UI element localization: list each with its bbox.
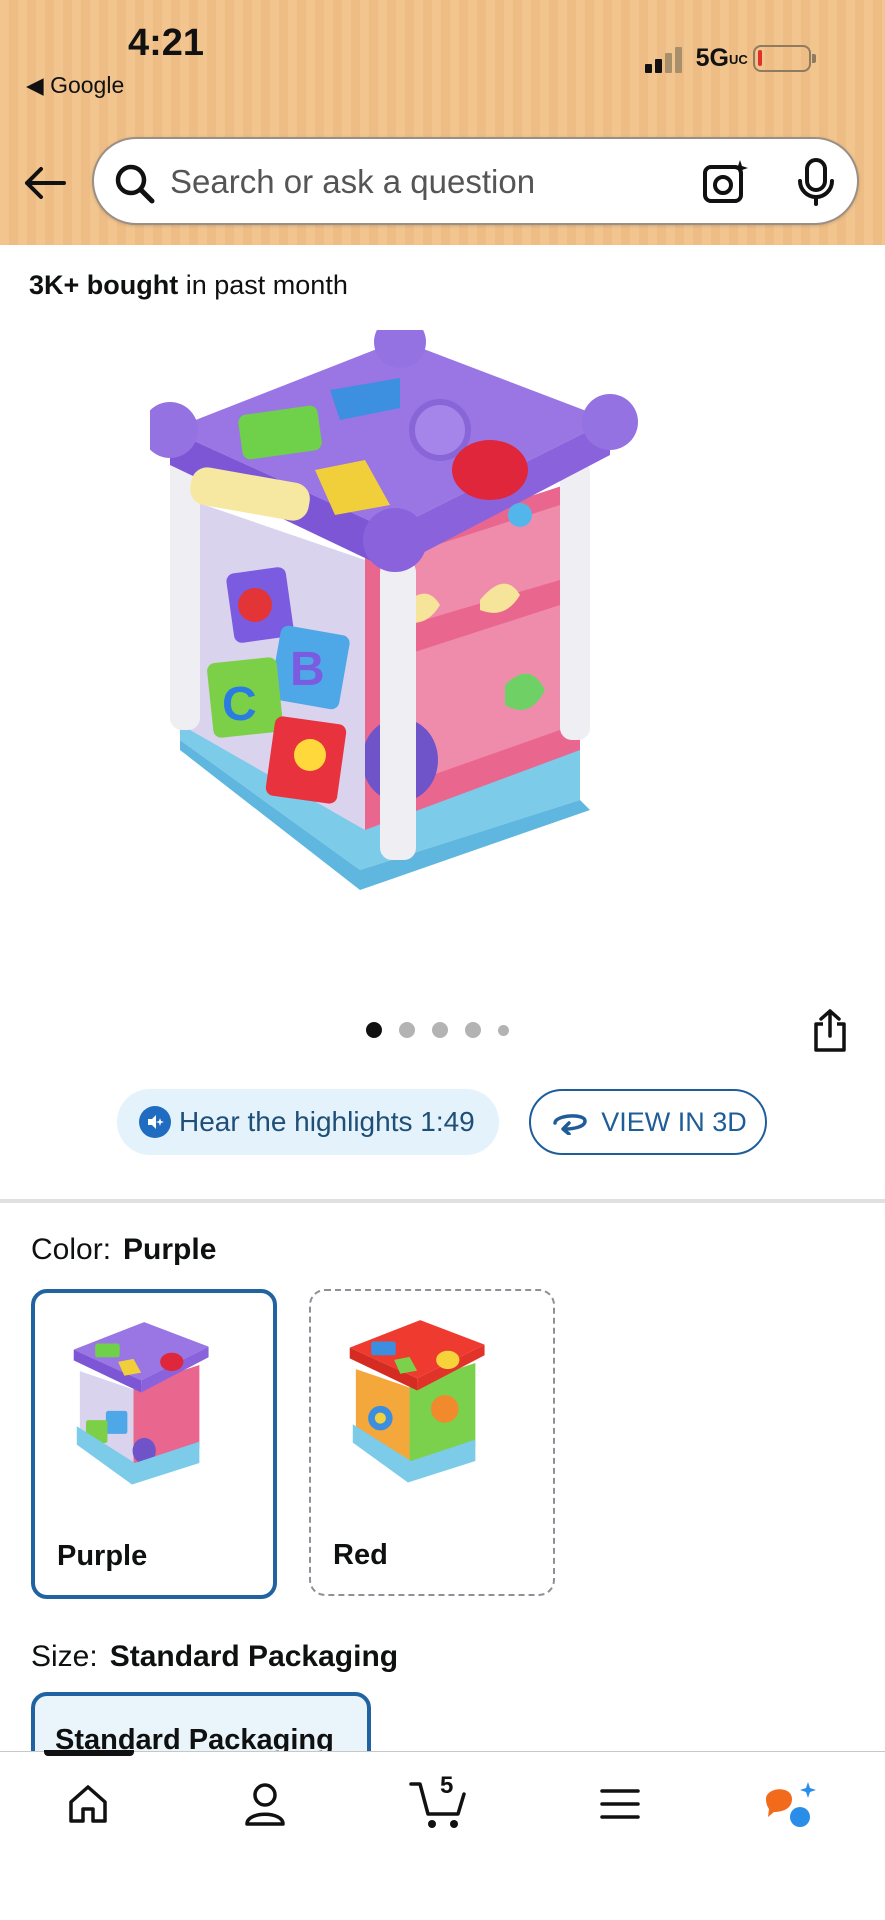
- nav-account[interactable]: [230, 1774, 300, 1834]
- back-to-google-link[interactable]: ◀ Google: [26, 72, 124, 99]
- hear-highlights-button[interactable]: Hear the highlights 1:49: [117, 1089, 499, 1155]
- menu-icon: [600, 1789, 640, 1819]
- nav-home[interactable]: [53, 1774, 123, 1834]
- color-label: Color: Purple: [31, 1233, 217, 1266]
- red-cube-thumbnail: [349, 1320, 485, 1483]
- status-indicators: 5GUC: [644, 44, 816, 73]
- purple-cube-thumbnail: [73, 1322, 209, 1485]
- battery-icon: [753, 45, 816, 72]
- rufus-assistant-icon: [766, 1782, 816, 1827]
- selected-color-value: Purple: [123, 1233, 217, 1266]
- search-bar[interactable]: [92, 137, 859, 225]
- network-label: 5GUC: [695, 44, 748, 72]
- cart-count-badge: 5: [440, 1772, 454, 1799]
- speaker-sparkle-icon: [139, 1106, 171, 1138]
- product-image[interactable]: B C: [142, 316, 740, 950]
- hear-highlights-label: Hear the highlights 1:49: [179, 1106, 475, 1137]
- active-tab-indicator: [44, 1750, 134, 1756]
- view-in-3d-label: VIEW IN 3D: [601, 1106, 747, 1137]
- selected-size-value: Standard Packaging: [109, 1640, 399, 1673]
- nav-cart[interactable]: 5: [405, 1772, 475, 1834]
- image-carousel-dots[interactable]: [366, 1022, 509, 1038]
- status-time: 4:21: [128, 22, 205, 64]
- microphone-icon[interactable]: [794, 157, 838, 212]
- carousel-dot[interactable]: [432, 1022, 448, 1038]
- back-arrow-icon[interactable]: [22, 160, 68, 206]
- carousel-dot[interactable]: [465, 1022, 481, 1038]
- carousel-dot[interactable]: [399, 1022, 415, 1038]
- color-option-label: Purple: [57, 1540, 148, 1572]
- nav-menu[interactable]: [585, 1774, 655, 1834]
- bottom-navigation: 5: [0, 1750, 885, 1920]
- view-in-3d-button[interactable]: VIEW IN 3D: [529, 1089, 767, 1155]
- carousel-dot-active[interactable]: [366, 1022, 382, 1038]
- carousel-dot[interactable]: [498, 1024, 509, 1036]
- section-divider: [0, 1199, 885, 1203]
- size-label: Size: Standard Packaging: [31, 1640, 399, 1673]
- color-option-label: Red: [333, 1539, 388, 1571]
- color-option-purple[interactable]: Purple: [31, 1289, 277, 1599]
- user-icon: [245, 1783, 285, 1826]
- search-icon: [112, 161, 158, 212]
- signal-icon: [644, 45, 682, 73]
- search-input[interactable]: [170, 159, 630, 205]
- share-icon[interactable]: [810, 1008, 850, 1059]
- app-header: 4:21 ◀ Google 5GUC: [0, 0, 885, 245]
- bought-in-past-month: 3K+ bought in past month: [29, 270, 348, 300]
- camera-lens-icon[interactable]: [700, 157, 750, 212]
- svg-text:B: B: [290, 643, 325, 696]
- rotate-3d-icon: [553, 1114, 587, 1135]
- nav-rufus-assistant[interactable]: [757, 1774, 827, 1834]
- svg-text:C: C: [222, 678, 257, 731]
- home-icon: [69, 1785, 107, 1823]
- color-option-red[interactable]: Red: [309, 1289, 555, 1596]
